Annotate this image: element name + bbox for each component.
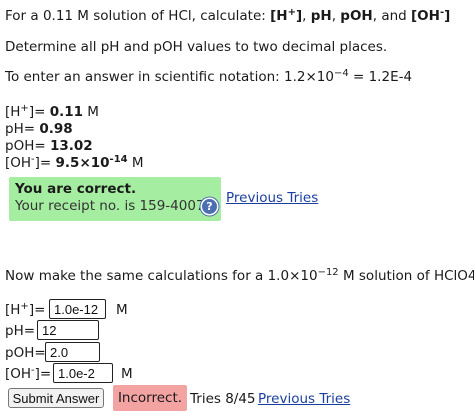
oh-unit: M <box>121 366 133 382</box>
submit-answer-button[interactable]: Submit Answer <box>8 388 104 408</box>
incorrect-badge: Incorrect. <box>113 385 187 411</box>
receipt-text: Your receipt no. is 159-4007 <box>15 198 205 214</box>
instructions-text: Determine all pH and pOH values to two d… <box>5 39 388 55</box>
form-oh-label: [OH-]= <box>5 365 52 383</box>
form-h-label: [H+]= <box>5 301 46 319</box>
help-question-icon[interactable]: ? <box>202 199 217 214</box>
form-ph-label: pH= <box>5 323 36 339</box>
h-unit: M <box>116 302 128 318</box>
question-2-text: Now make the same calculations for a 1.0… <box>5 267 474 285</box>
previous-tries-link-1[interactable]: Previous Tries <box>226 190 318 206</box>
answer-poh: pOH= 13.02 <box>5 138 93 154</box>
previous-tries-link-2[interactable]: Previous Tries <box>258 391 350 407</box>
sci-notation-hint: To enter an answer in scientific notatio… <box>5 68 413 86</box>
oh-concentration-input[interactable] <box>53 363 113 383</box>
h-concentration-input[interactable] <box>49 299 106 319</box>
correct-feedback-box: You are correct. Your receipt no. is 159… <box>9 177 221 221</box>
question-1-text: For a 0.11 M solution of HCl, calculate:… <box>5 7 451 25</box>
correct-title: You are correct. <box>15 181 137 197</box>
form-poh-label: pOH= <box>5 345 46 361</box>
poh-input[interactable] <box>45 342 100 362</box>
answer-h: [H+]= 0.11 M <box>5 103 99 121</box>
answer-ph: pH= 0.98 <box>5 121 73 137</box>
answer-oh: [OH-]= 9.5×10-14 M <box>5 154 144 172</box>
ph-input[interactable] <box>37 320 99 340</box>
tries-count: Tries 8/45 <box>190 391 256 407</box>
